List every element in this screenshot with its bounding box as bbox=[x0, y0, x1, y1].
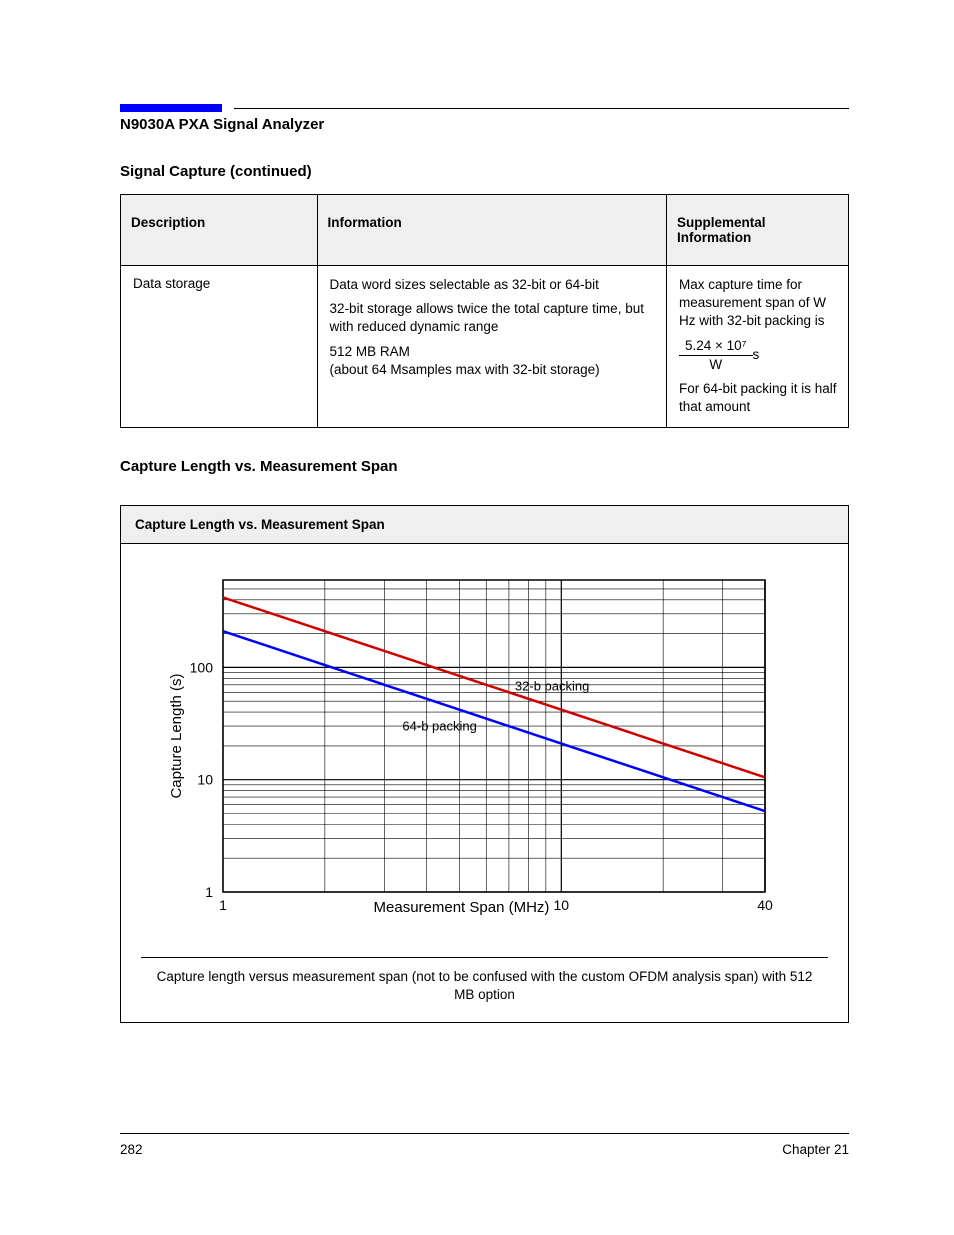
table-row: Data storage Data word sizes selectable … bbox=[121, 266, 849, 428]
col-header-description: Description bbox=[121, 195, 318, 266]
supp-line-2: For 64-bit packing it is half that amoun… bbox=[679, 380, 838, 416]
cell-supplemental: Max capture time for measurement span of… bbox=[666, 266, 848, 428]
svg-text:Measurement Span (MHz): Measurement Span (MHz) bbox=[374, 899, 550, 916]
cell-information: Data word sizes selectable as 32-bit or … bbox=[317, 266, 666, 428]
chart-caption: Capture length versus measurement span (… bbox=[121, 958, 848, 1022]
svg-text:1: 1 bbox=[219, 897, 227, 913]
capture-length-chart: 1 10 40 1 10 100 Measurement Span (MHz) Capture… bbox=[145, 562, 785, 942]
page-title: N9030A PXA Signal Analyzer bbox=[120, 116, 849, 133]
footer-page-number: 282 bbox=[120, 1142, 143, 1157]
chart-panel: Capture Length vs. Measurement Span 1 10 4… bbox=[120, 505, 849, 1023]
cell-description: Data storage bbox=[121, 266, 318, 428]
svg-text:10: 10 bbox=[197, 771, 213, 787]
col-header-supplemental: Supplemental Information bbox=[666, 195, 848, 266]
svg-text:64-b packing: 64-b packing bbox=[402, 718, 476, 733]
header-accent-bar bbox=[120, 104, 222, 112]
chart-body: 1 10 40 1 10 100 Measurement Span (MHz) Capture… bbox=[121, 544, 848, 957]
signal-capture-table: Description Information Supplemental Inf… bbox=[120, 194, 849, 428]
fraction-numerator: 5.24 × 10⁷ bbox=[679, 337, 753, 356]
table-header-row: Description Information Supplemental Inf… bbox=[121, 195, 849, 266]
supp-line-1: Max capture time for measurement span of… bbox=[679, 276, 838, 331]
svg-text:10: 10 bbox=[554, 897, 570, 913]
equation-unit: s bbox=[753, 346, 760, 364]
svg-text:100: 100 bbox=[190, 659, 214, 675]
svg-text:32-b packing: 32-b packing bbox=[515, 678, 589, 693]
footer-chapter: Chapter 21 bbox=[782, 1142, 849, 1157]
chart-panel-title: Capture Length vs. Measurement Span bbox=[121, 506, 848, 544]
info-line-4: (about 64 Msamples max with 32-bit stora… bbox=[330, 361, 656, 379]
footer-rule bbox=[120, 1133, 849, 1134]
header-rule-row bbox=[120, 104, 849, 112]
svg-text:Capture Length (s): Capture Length (s) bbox=[168, 673, 185, 798]
info-line-3: 512 MB RAM bbox=[330, 343, 656, 361]
svg-text:1: 1 bbox=[205, 884, 213, 900]
fraction-denominator: W bbox=[679, 356, 753, 374]
supp-equation: 5.24 × 10⁷ W s bbox=[679, 337, 838, 374]
col-header-information: Information bbox=[317, 195, 666, 266]
info-line-1: Data word sizes selectable as 32-bit or … bbox=[330, 276, 656, 294]
info-line-2: 32-bit storage allows twice the total ca… bbox=[330, 300, 656, 336]
section-label-signal-capture: Signal Capture (continued) bbox=[120, 163, 849, 180]
svg-text:40: 40 bbox=[757, 897, 773, 913]
section-label-chart: Capture Length vs. Measurement Span bbox=[120, 458, 849, 475]
header-horizontal-rule bbox=[234, 108, 849, 109]
page-footer: 282 Chapter 21 bbox=[0, 1133, 954, 1157]
